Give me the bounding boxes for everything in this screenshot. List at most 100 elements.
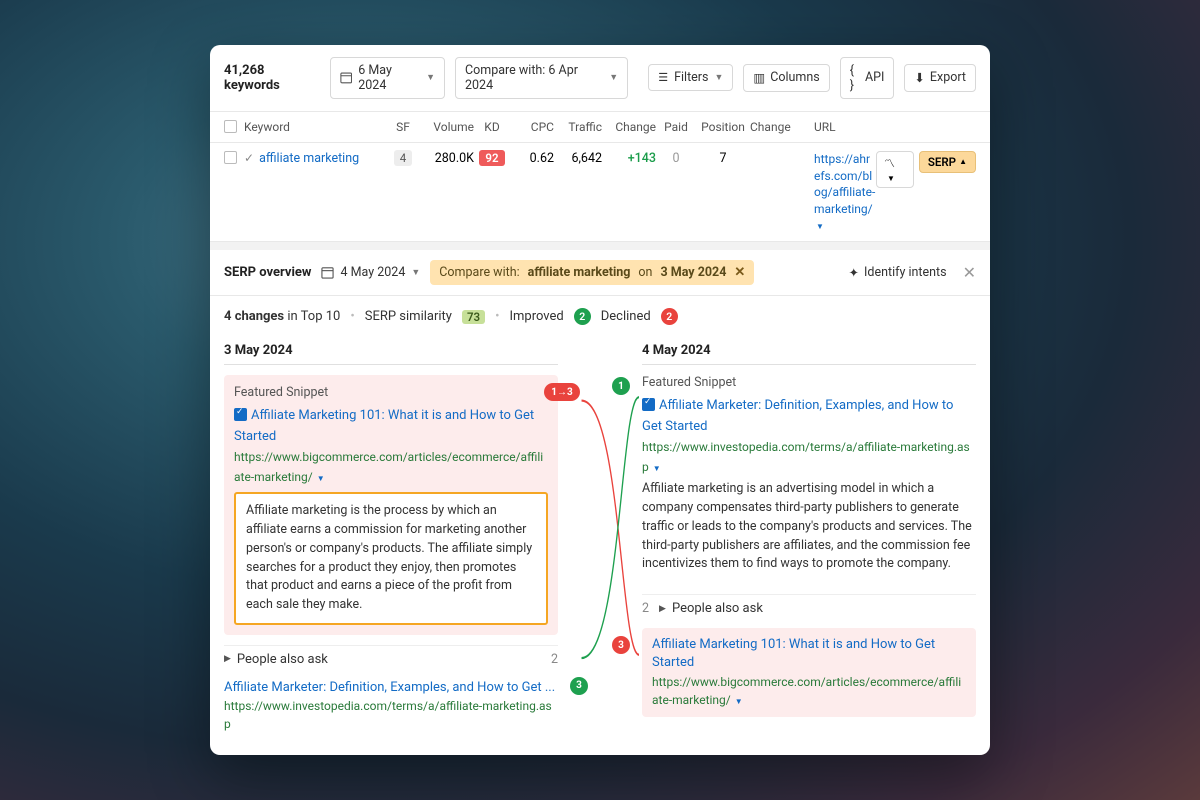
people-also-ask-right[interactable]: 2 ▶ People also ask bbox=[642, 594, 976, 622]
url-link[interactable]: https://ahrefs.com/blog/affiliate-market… bbox=[814, 152, 875, 216]
col-change2[interactable]: Change bbox=[750, 120, 798, 134]
declined-count: 2 bbox=[661, 308, 678, 325]
result-title[interactable]: Affiliate Marketing 101: What it is and … bbox=[652, 636, 966, 672]
caret-down-icon[interactable]: ▼ bbox=[315, 474, 325, 483]
columns-label: Columns bbox=[770, 70, 820, 85]
paa-label: People also ask bbox=[672, 601, 763, 616]
serp-overview-bar: SERP overview 4 May 2024 ▼ Compare with:… bbox=[210, 250, 990, 296]
improved-label: Improved bbox=[509, 309, 563, 324]
col-paid[interactable]: Paid bbox=[656, 120, 696, 134]
caret-down-icon: ▼ bbox=[887, 174, 895, 183]
caret-up-icon: ▲ bbox=[959, 157, 967, 166]
expand-icon: ▶ bbox=[224, 654, 231, 664]
compare-on: on bbox=[638, 265, 652, 280]
app-window: 41,268 keywords 6 May 2024 ▼ Compare wit… bbox=[210, 45, 990, 755]
result-title[interactable]: Affiliate Marketer: Definition, Examples… bbox=[224, 679, 558, 697]
compare-label: Compare with: 6 Apr 2024 bbox=[465, 63, 603, 93]
top-toolbar: 41,268 keywords 6 May 2024 ▼ Compare wit… bbox=[210, 45, 990, 112]
expand-icon: ▶ bbox=[659, 604, 666, 614]
identify-label: Identify intents bbox=[864, 265, 947, 280]
columns-button[interactable]: ▥ Columns bbox=[743, 64, 829, 92]
featured-icon bbox=[642, 398, 655, 411]
paa-position: 2 bbox=[642, 601, 649, 616]
cpc-value: 0.62 bbox=[510, 151, 554, 166]
featured-snippet-left: Featured Snippet Affiliate Marketing 101… bbox=[224, 375, 558, 635]
col-position[interactable]: Position bbox=[696, 120, 750, 134]
caret-down-icon: ▼ bbox=[714, 72, 723, 83]
col-sf[interactable]: SF bbox=[386, 120, 420, 134]
col-kd[interactable]: KD bbox=[474, 120, 510, 134]
export-button[interactable]: ⬇ Export bbox=[904, 64, 976, 92]
volume-value: 280.0K bbox=[420, 151, 474, 166]
declined-label: Declined bbox=[601, 309, 651, 324]
chart-icon: 〽 bbox=[884, 157, 895, 170]
table-row: ✓affiliate marketing 4 280.0K 92 0.62 6,… bbox=[210, 143, 990, 242]
paa-position: 2 bbox=[551, 652, 558, 667]
export-label: Export bbox=[930, 70, 966, 85]
date-picker[interactable]: 6 May 2024 ▼ bbox=[330, 57, 445, 99]
caret-down-icon[interactable]: ▼ bbox=[733, 697, 743, 706]
check-icon: ✓ bbox=[244, 151, 254, 165]
close-panel-button[interactable]: ✕ bbox=[963, 263, 976, 282]
filter-icon: ☰ bbox=[658, 71, 668, 84]
compare-date: 3 May 2024 bbox=[660, 265, 726, 280]
col-change[interactable]: Change bbox=[602, 120, 656, 134]
col-keyword[interactable]: Keyword bbox=[244, 120, 386, 134]
compare-keyword: affiliate marketing bbox=[528, 265, 631, 280]
sparkle-icon: ✦ bbox=[849, 265, 859, 281]
people-also-ask-left[interactable]: ▶ People also ask 2 bbox=[224, 645, 558, 673]
identify-intents-button[interactable]: ✦ Identify intents bbox=[849, 265, 947, 281]
snippet-description: Affiliate marketing is an advertising mo… bbox=[642, 480, 976, 574]
columns-icon: ▥ bbox=[753, 70, 765, 86]
result-title[interactable]: Affiliate Marketer: Definition, Examples… bbox=[642, 398, 953, 434]
serp-overview-title: SERP overview bbox=[224, 265, 311, 280]
chart-button[interactable]: 〽▼ bbox=[876, 151, 914, 188]
api-icon: { } bbox=[850, 63, 860, 93]
result-url[interactable]: https://www.bigcommerce.com/articles/eco… bbox=[652, 675, 961, 707]
result-url[interactable]: https://www.bigcommerce.com/articles/eco… bbox=[234, 450, 543, 484]
row-checkbox[interactable] bbox=[224, 151, 237, 164]
keyword-count: 41,268 keywords bbox=[224, 63, 320, 93]
kd-badge: 92 bbox=[479, 150, 504, 166]
serp-date-picker[interactable]: 4 May 2024 ▼ bbox=[321, 262, 420, 283]
col-traffic[interactable]: Traffic bbox=[554, 120, 602, 134]
snippet-description: Affiliate marketing is the process by wh… bbox=[234, 492, 548, 625]
result-3-left: Affiliate Marketer: Definition, Examples… bbox=[224, 673, 558, 739]
col-url[interactable]: URL bbox=[798, 120, 876, 134]
position-change-badge: 1→3 bbox=[544, 383, 580, 401]
serp-date-label: 4 May 2024 bbox=[340, 265, 405, 280]
paa-label: People also ask bbox=[237, 652, 328, 667]
compare-picker[interactable]: Compare with: 6 Apr 2024 ▼ bbox=[455, 57, 628, 99]
keyword-link[interactable]: affiliate marketing bbox=[259, 151, 359, 166]
caret-down-icon[interactable]: ▼ bbox=[816, 222, 824, 231]
similarity-value: 73 bbox=[462, 310, 485, 324]
changes-count: 4 changes bbox=[224, 309, 284, 324]
caret-down-icon: ▼ bbox=[609, 72, 618, 83]
col-volume[interactable]: Volume bbox=[420, 120, 474, 134]
improved-count: 2 bbox=[574, 308, 591, 325]
calendar-icon bbox=[340, 71, 352, 84]
api-button[interactable]: { } API bbox=[840, 57, 895, 99]
col-cpc[interactable]: CPC bbox=[510, 120, 554, 134]
select-all-checkbox[interactable] bbox=[224, 120, 237, 133]
filters-button[interactable]: ☰ Filters ▼ bbox=[648, 64, 733, 91]
table-header: Keyword SF Volume KD CPC Traffic Change … bbox=[210, 112, 990, 143]
serp-compare-grid: 3 May 2024 Featured Snippet Affiliate Ma… bbox=[210, 337, 990, 755]
serp-button[interactable]: SERP▲ bbox=[919, 151, 976, 173]
caret-down-icon[interactable]: ▼ bbox=[651, 464, 661, 473]
right-column: 4 May 2024 1 Featured Snippet Affiliate … bbox=[600, 337, 976, 739]
compare-chip: Compare with: affiliate marketing on 3 M… bbox=[430, 260, 754, 285]
clear-compare-button[interactable]: ✕ bbox=[734, 265, 745, 280]
result-title[interactable]: Affiliate Marketing 101: What it is and … bbox=[234, 408, 534, 444]
serp-label: SERP bbox=[928, 155, 956, 169]
date-label: 6 May 2024 bbox=[358, 63, 420, 93]
calendar-icon bbox=[321, 266, 334, 279]
position-value: 7 bbox=[696, 151, 750, 166]
separator bbox=[210, 242, 990, 250]
position-badge: 1 bbox=[612, 377, 630, 395]
result-url[interactable]: https://www.investopedia.com/terms/a/aff… bbox=[642, 440, 970, 474]
paid-value: 0 bbox=[656, 151, 696, 166]
featured-icon bbox=[234, 408, 247, 421]
position-badge: 3 bbox=[570, 677, 588, 695]
result-url[interactable]: https://www.investopedia.com/terms/a/aff… bbox=[224, 697, 558, 733]
